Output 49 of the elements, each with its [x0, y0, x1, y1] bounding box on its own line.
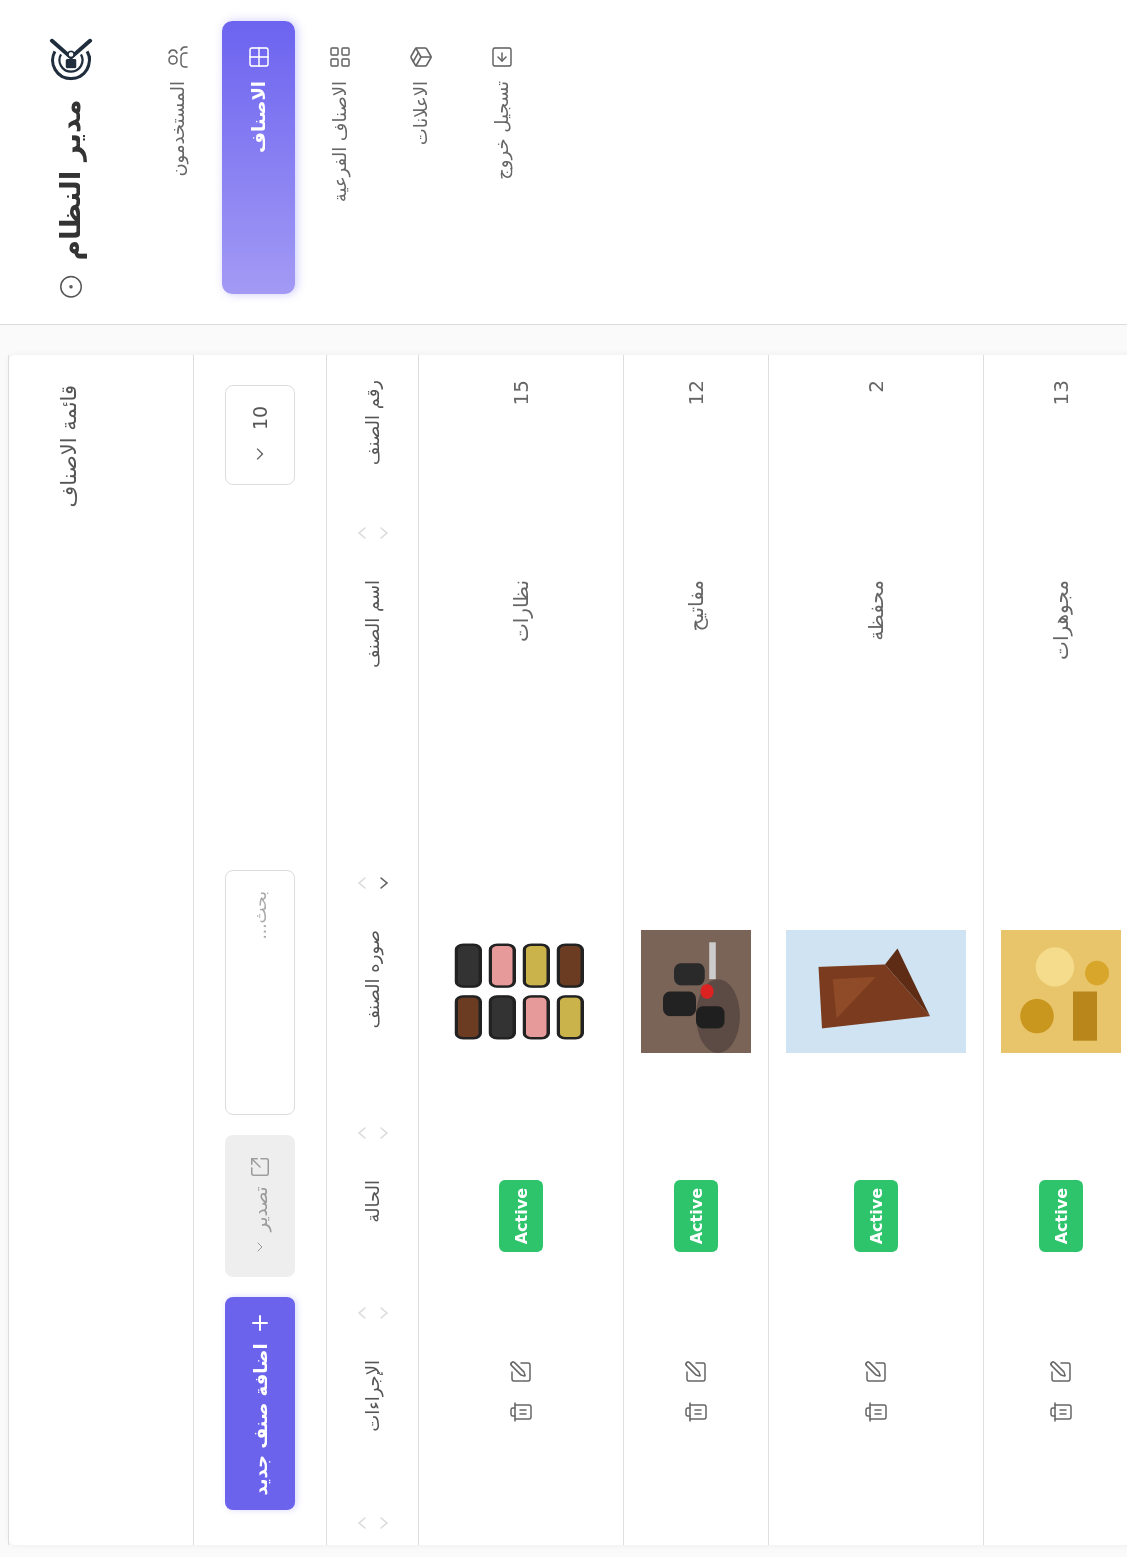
column-header: صوره الصنف	[362, 930, 383, 1029]
add-category-button[interactable]: اضافة صنف جديد	[225, 1297, 295, 1510]
table-icon	[246, 45, 271, 69]
edit-button[interactable]	[684, 1360, 708, 1384]
trash-icon	[1049, 1400, 1073, 1424]
table-cell: 2	[864, 380, 888, 393]
sidebar-item[interactable]: الاعلانات	[384, 21, 457, 294]
trash-icon	[864, 1400, 888, 1424]
table-cell: نظارات	[509, 580, 533, 643]
edit-button[interactable]	[509, 1360, 533, 1384]
box-icon	[408, 45, 433, 69]
edit-icon	[509, 1360, 533, 1384]
trash-icon	[684, 1400, 708, 1424]
delete-button[interactable]	[684, 1400, 708, 1424]
table-cell: محفظة	[864, 580, 888, 641]
table-cell: 13	[1049, 380, 1073, 406]
edit-icon	[684, 1360, 708, 1384]
table-cell: 15	[509, 380, 533, 406]
status-badge: Active	[499, 1180, 543, 1253]
sidebar-item[interactable]: المستخدمون	[141, 21, 214, 294]
delete-button[interactable]	[1049, 1400, 1073, 1424]
edit-button[interactable]	[1049, 1360, 1073, 1384]
edit-icon	[864, 1360, 888, 1384]
table-cell: 12	[684, 380, 708, 406]
search-field[interactable]: بحث...	[225, 870, 295, 1115]
edit-button[interactable]	[864, 1360, 888, 1384]
users-icon	[165, 45, 190, 69]
edit-icon	[1049, 1360, 1073, 1384]
column-header: اسم الصنف	[362, 580, 383, 668]
table-cell: مجوهرات	[1049, 580, 1073, 660]
sidebar-item[interactable]: الاصناف	[222, 21, 295, 294]
status-badge: Active	[854, 1180, 898, 1253]
card-title: قائمة الاصناف	[57, 385, 81, 508]
trash-icon	[509, 1400, 533, 1424]
export-icon	[249, 1156, 271, 1179]
page-size-select[interactable]: 10	[225, 385, 295, 485]
status-badge: Active	[1039, 1180, 1083, 1253]
status-badge: Active	[674, 1180, 718, 1253]
column-header: رقم الصنف	[362, 380, 383, 466]
column-header: الإجراءات	[362, 1360, 383, 1432]
delete-button[interactable]	[864, 1400, 888, 1424]
delete-button[interactable]	[509, 1400, 533, 1424]
sidebar-title: مدير النظام	[54, 99, 87, 261]
sidebar-item[interactable]: الاصناف الفرعية	[303, 21, 376, 294]
logout-icon	[489, 45, 514, 69]
sidebar-item[interactable]: تسجيل خروج	[465, 21, 538, 294]
grid-icon	[327, 45, 352, 69]
table-cell: مفاتيح	[684, 580, 708, 632]
column-header: الحالة	[362, 1180, 383, 1223]
